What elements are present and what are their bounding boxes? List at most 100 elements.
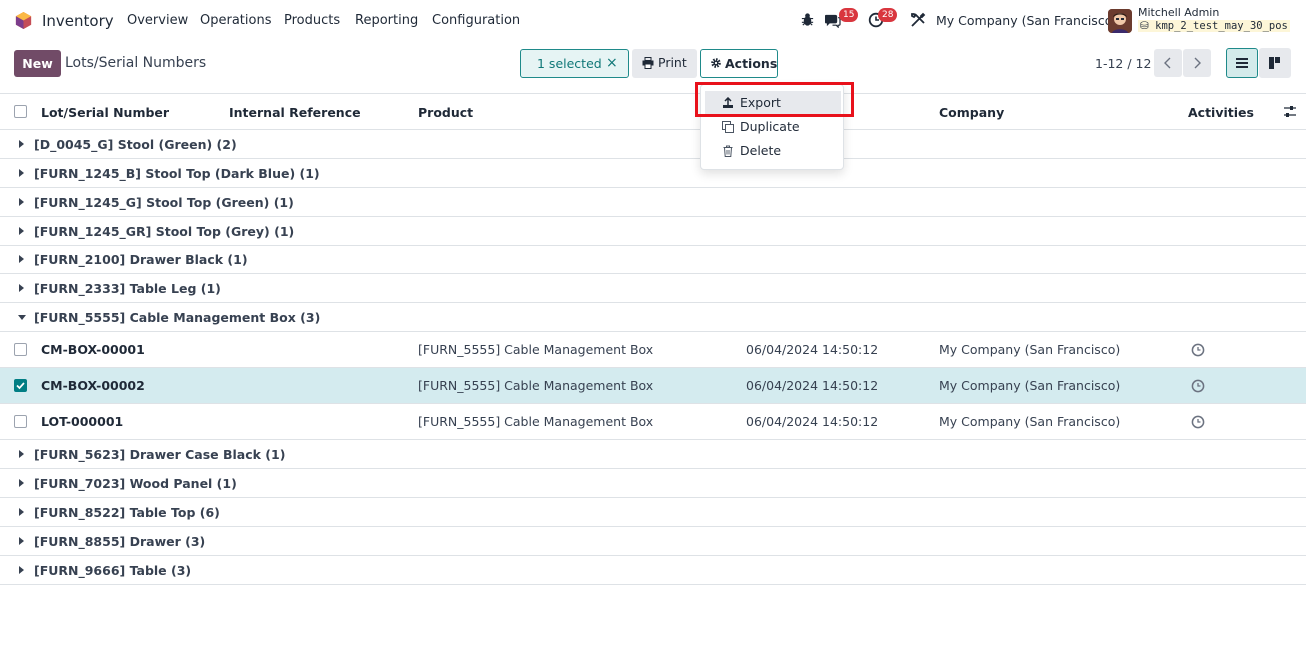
column-header-lot[interactable]: Lot/Serial Number xyxy=(41,105,169,120)
product-cell: [FURN_5555] Cable Management Box xyxy=(418,378,654,393)
pager-next-button[interactable] xyxy=(1183,49,1211,77)
group-label: [FURN_9666] Table (3) xyxy=(34,563,192,578)
caret-right-icon xyxy=(19,284,24,292)
row-checkbox[interactable] xyxy=(14,415,27,428)
duplicate-menu-item[interactable]: Duplicate xyxy=(701,115,843,139)
caret-right-icon xyxy=(19,198,24,206)
caret-down-icon xyxy=(18,315,26,320)
date-cell: 06/04/2024 14:50:12 xyxy=(746,414,879,429)
group-row[interactable]: [FURN_1245_G] Stool Top (Green) (1) xyxy=(0,188,1306,217)
group-row[interactable]: [FURN_1245_GR] Stool Top (Grey) (1) xyxy=(0,217,1306,246)
delete-menu-item[interactable]: Delete xyxy=(701,139,843,163)
menu-overview[interactable]: Overview xyxy=(127,13,188,28)
gear-icon xyxy=(711,58,721,68)
copy-icon xyxy=(722,121,734,133)
pager-value[interactable]: 1-12 / 12 xyxy=(1095,56,1151,71)
caret-right-icon xyxy=(19,537,24,545)
duplicate-label: Duplicate xyxy=(740,119,800,134)
group-label: [FURN_7023] Wood Panel (1) xyxy=(34,476,237,491)
caret-right-icon xyxy=(19,227,24,235)
table-row-selected[interactable]: CM-BOX-00002 [FURN_5555] Cable Managemen… xyxy=(0,368,1306,404)
menu-operations[interactable]: Operations xyxy=(200,13,271,28)
database-name-text: kmp_2_test_may_30_pos xyxy=(1155,20,1288,32)
optional-columns-toggle-icon[interactable] xyxy=(1283,105,1297,118)
table-row[interactable]: CM-BOX-00001 [FURN_5555] Cable Managemen… xyxy=(0,332,1306,368)
group-label: [FURN_2100] Drawer Black (1) xyxy=(34,252,248,267)
group-label: [FURN_5555] Cable Management Box (3) xyxy=(34,310,321,325)
print-label: Print xyxy=(658,55,687,70)
group-row[interactable]: [FURN_1245_B] Stool Top (Dark Blue) (1) xyxy=(0,159,1306,188)
column-header-product[interactable]: Product xyxy=(418,105,473,120)
lot-cell: CM-BOX-00002 xyxy=(41,378,145,393)
export-highlight-box xyxy=(695,82,854,117)
date-cell: 06/04/2024 14:50:12 xyxy=(746,342,879,357)
tools-icon[interactable] xyxy=(910,12,926,28)
company-switcher[interactable]: My Company (San Francisco) xyxy=(936,13,1117,28)
activity-clock-icon[interactable] xyxy=(1191,415,1205,429)
kanban-view-button[interactable] xyxy=(1259,48,1291,78)
date-cell: 06/04/2024 14:50:12 xyxy=(746,378,879,393)
group-row[interactable]: [FURN_7023] Wood Panel (1) xyxy=(0,469,1306,498)
group-label: [FURN_1245_B] Stool Top (Dark Blue) (1) xyxy=(34,166,320,181)
messages-count-badge: 15 xyxy=(839,8,859,22)
menu-products[interactable]: Products xyxy=(284,13,340,28)
group-label: [FURN_1245_G] Stool Top (Green) (1) xyxy=(34,195,294,210)
column-header-activities[interactable]: Activities xyxy=(1188,105,1254,120)
inventory-app-icon[interactable] xyxy=(14,11,33,30)
group-label: [FURN_8855] Drawer (3) xyxy=(34,534,206,549)
top-navbar: Inventory Overview Operations Products R… xyxy=(0,0,1306,41)
group-row[interactable]: [D_0045_G] Stool (Green) (2) xyxy=(0,130,1306,159)
group-label: [FURN_1245_GR] Stool Top (Grey) (1) xyxy=(34,224,295,239)
kanban-view-icon xyxy=(1269,57,1280,69)
group-label: [FURN_8522] Table Top (6) xyxy=(34,505,220,520)
company-cell: My Company (San Francisco) xyxy=(939,342,1121,357)
group-row-expanded[interactable]: [FURN_5555] Cable Management Box (3) xyxy=(0,303,1306,332)
table-row[interactable]: LOT-000001 [FURN_5555] Cable Management … xyxy=(0,404,1306,440)
caret-right-icon xyxy=(19,169,24,177)
select-all-checkbox[interactable] xyxy=(14,105,27,118)
product-cell: [FURN_5555] Cable Management Box xyxy=(418,342,654,357)
menu-configuration[interactable]: Configuration xyxy=(432,13,520,28)
row-checkbox[interactable] xyxy=(14,343,27,356)
printer-icon xyxy=(642,57,654,69)
group-row[interactable]: [FURN_5623] Drawer Case Black (1) xyxy=(0,440,1306,469)
debug-bug-icon[interactable] xyxy=(800,12,815,27)
trash-icon xyxy=(723,145,733,157)
caret-right-icon xyxy=(19,508,24,516)
lot-cell: CM-BOX-00001 xyxy=(41,342,145,357)
group-row[interactable]: [FURN_8855] Drawer (3) xyxy=(0,527,1306,556)
company-cell: My Company (San Francisco) xyxy=(939,378,1121,393)
product-cell: [FURN_5555] Cable Management Box xyxy=(418,414,654,429)
list-view-icon xyxy=(1236,58,1248,68)
new-button[interactable]: New xyxy=(14,50,61,77)
page-title: Lots/Serial Numbers xyxy=(65,55,207,71)
caret-right-icon xyxy=(19,140,24,148)
group-row[interactable]: [FURN_9666] Table (3) xyxy=(0,556,1306,585)
column-header-company[interactable]: Company xyxy=(939,105,1004,120)
database-name: ⛁ kmp_2_test_may_30_pos xyxy=(1138,20,1290,32)
caret-right-icon xyxy=(19,479,24,487)
group-row[interactable]: [FURN_2100] Drawer Black (1) xyxy=(0,245,1306,274)
list-view-button[interactable] xyxy=(1226,48,1258,78)
activity-clock-icon[interactable] xyxy=(1191,343,1205,357)
menu-reporting[interactable]: Reporting xyxy=(355,13,418,28)
row-checkbox-checked[interactable] xyxy=(14,379,27,392)
group-label: [D_0045_G] Stool (Green) (2) xyxy=(34,137,237,152)
user-name[interactable]: Mitchell Admin xyxy=(1138,6,1219,19)
actions-button[interactable]: Actions xyxy=(700,49,778,78)
column-header-internal-reference[interactable]: Internal Reference xyxy=(229,105,361,120)
chevron-right-icon xyxy=(1194,57,1201,69)
caret-right-icon xyxy=(19,566,24,574)
group-row[interactable]: [FURN_8522] Table Top (6) xyxy=(0,498,1306,527)
pager-previous-button[interactable] xyxy=(1154,49,1182,77)
lot-cell: LOT-000001 xyxy=(41,414,124,429)
group-row[interactable]: [FURN_2333] Table Leg (1) xyxy=(0,274,1306,303)
app-name[interactable]: Inventory xyxy=(42,12,114,30)
caret-right-icon xyxy=(19,255,24,263)
company-cell: My Company (San Francisco) xyxy=(939,414,1121,429)
actions-label: Actions xyxy=(725,56,778,71)
activity-clock-icon[interactable] xyxy=(1191,379,1205,393)
user-avatar[interactable] xyxy=(1108,9,1132,33)
clear-selection-icon[interactable]: × xyxy=(606,55,618,71)
print-button[interactable]: Print xyxy=(632,49,697,78)
